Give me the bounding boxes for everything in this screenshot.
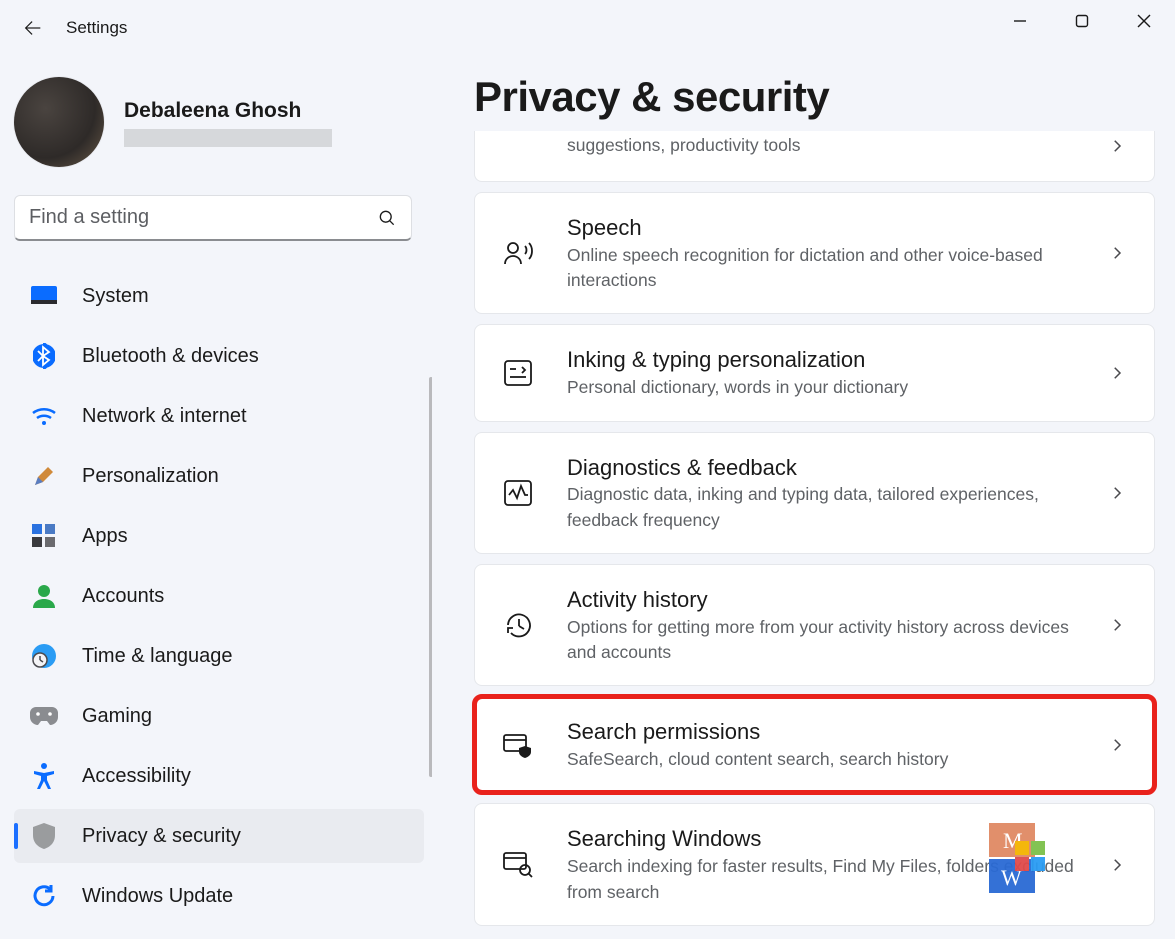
chevron-right-icon: [1108, 137, 1126, 155]
avatar: [14, 77, 104, 167]
settings-card-subtitle: SafeSearch, cloud content search, search…: [567, 747, 1098, 772]
sidebar-item-personalization[interactable]: Personalization: [14, 449, 424, 503]
settings-card-general[interactable]: suggestions, productivity tools: [474, 131, 1155, 182]
speech-icon: [503, 238, 533, 268]
sidebar-item-label: Windows Update: [82, 885, 233, 908]
sidebar-item-label: System: [82, 285, 149, 308]
gamepad-icon: [30, 702, 58, 730]
close-icon: [1137, 14, 1151, 28]
sidebar: Debaleena Ghosh System Bluetooth & devic…: [0, 55, 432, 939]
sidebar-item-system[interactable]: System: [14, 269, 424, 323]
chevron-right-icon: [1108, 364, 1126, 382]
sidebar-item-windows-update[interactable]: Windows Update: [14, 869, 424, 923]
chevron-right-icon: [1108, 244, 1126, 262]
user-block[interactable]: Debaleena Ghosh: [14, 75, 424, 195]
search-permissions-icon: [503, 730, 533, 760]
arrow-left-icon: [22, 17, 44, 39]
wifi-icon: [30, 402, 58, 430]
chevron-right-icon: [1108, 736, 1126, 754]
sidebar-item-time-language[interactable]: Time & language: [14, 629, 424, 683]
sidebar-item-label: Time & language: [82, 645, 232, 668]
activity-history-icon: [503, 610, 533, 640]
settings-card-title: Speech: [567, 213, 1098, 243]
window-controls: [989, 0, 1175, 42]
app-title: Settings: [66, 18, 127, 38]
searching-windows-icon: [503, 850, 533, 880]
settings-card-list: suggestions, productivity tools Speech O…: [474, 131, 1155, 926]
user-name: Debaleena Ghosh: [124, 97, 332, 124]
search-icon: [377, 208, 397, 228]
settings-card-diagnostics[interactable]: Diagnostics & feedback Diagnostic data, …: [474, 432, 1155, 554]
settings-card-subtitle: Online speech recognition for dictation …: [567, 243, 1098, 294]
chevron-right-icon: [1108, 616, 1126, 634]
sidebar-item-label: Personalization: [82, 465, 219, 488]
search-box[interactable]: [14, 195, 412, 241]
maximize-icon: [1075, 14, 1089, 28]
shield-icon: [30, 822, 58, 850]
accessibility-icon: [30, 762, 58, 790]
nav-list: System Bluetooth & devices Network & int…: [14, 269, 424, 923]
diagnostics-icon: [503, 478, 533, 508]
settings-card-searching-windows[interactable]: Searching Windows Search indexing for fa…: [474, 803, 1155, 925]
minimize-button[interactable]: [989, 0, 1051, 42]
settings-card-inking-typing[interactable]: Inking & typing personalization Personal…: [474, 324, 1155, 421]
settings-card-subtitle: Diagnostic data, inking and typing data,…: [567, 482, 1098, 533]
back-button[interactable]: [18, 13, 48, 43]
settings-card-title: Diagnostics & feedback: [567, 453, 1098, 483]
minimize-icon: [1013, 14, 1027, 28]
chevron-right-icon: [1108, 856, 1126, 874]
chevron-right-icon: [1108, 484, 1126, 502]
settings-card-title: Inking & typing personalization: [567, 345, 1098, 375]
main-content: Privacy & security suggestions, producti…: [432, 55, 1175, 939]
system-icon: [30, 282, 58, 310]
settings-card-subtitle: Personal dictionary, words in your dicti…: [567, 375, 1098, 400]
sidebar-item-label: Privacy & security: [82, 825, 241, 848]
settings-card-search-permissions[interactable]: Search permissions SafeSearch, cloud con…: [474, 696, 1155, 793]
settings-card-activity-history[interactable]: Activity history Options for getting mor…: [474, 564, 1155, 686]
sidebar-item-network[interactable]: Network & internet: [14, 389, 424, 443]
sidebar-item-accounts[interactable]: Accounts: [14, 569, 424, 623]
person-icon: [30, 582, 58, 610]
sidebar-item-accessibility[interactable]: Accessibility: [14, 749, 424, 803]
sidebar-item-bluetooth[interactable]: Bluetooth & devices: [14, 329, 424, 383]
settings-card-title: Activity history: [567, 585, 1098, 615]
sidebar-item-label: Apps: [82, 525, 128, 548]
sidebar-item-label: Gaming: [82, 705, 152, 728]
close-button[interactable]: [1113, 0, 1175, 42]
apps-icon: [30, 522, 58, 550]
settings-card-title: Search permissions: [567, 717, 1098, 747]
maximize-button[interactable]: [1051, 0, 1113, 42]
sidebar-item-label: Accessibility: [82, 765, 191, 788]
settings-card-subtitle: Options for getting more from your activ…: [567, 615, 1098, 666]
page-title: Privacy & security: [474, 73, 1155, 121]
sidebar-item-label: Accounts: [82, 585, 164, 608]
clock-globe-icon: [30, 642, 58, 670]
search-input[interactable]: [29, 206, 377, 229]
inking-icon: [503, 358, 533, 388]
settings-card-subtitle: suggestions, productivity tools: [567, 133, 1098, 158]
settings-card-speech[interactable]: Speech Online speech recognition for dic…: [474, 192, 1155, 314]
sidebar-item-apps[interactable]: Apps: [14, 509, 424, 563]
sidebar-item-label: Network & internet: [82, 405, 247, 428]
bluetooth-icon: [30, 342, 58, 370]
paintbrush-icon: [30, 462, 58, 490]
sidebar-item-label: Bluetooth & devices: [82, 345, 259, 368]
sidebar-item-gaming[interactable]: Gaming: [14, 689, 424, 743]
titlebar: Settings: [0, 0, 1175, 55]
user-email-redacted: [124, 129, 332, 147]
watermark-logo: M W: [985, 823, 1051, 897]
sidebar-item-privacy-security[interactable]: Privacy & security: [14, 809, 424, 863]
update-icon: [30, 882, 58, 910]
